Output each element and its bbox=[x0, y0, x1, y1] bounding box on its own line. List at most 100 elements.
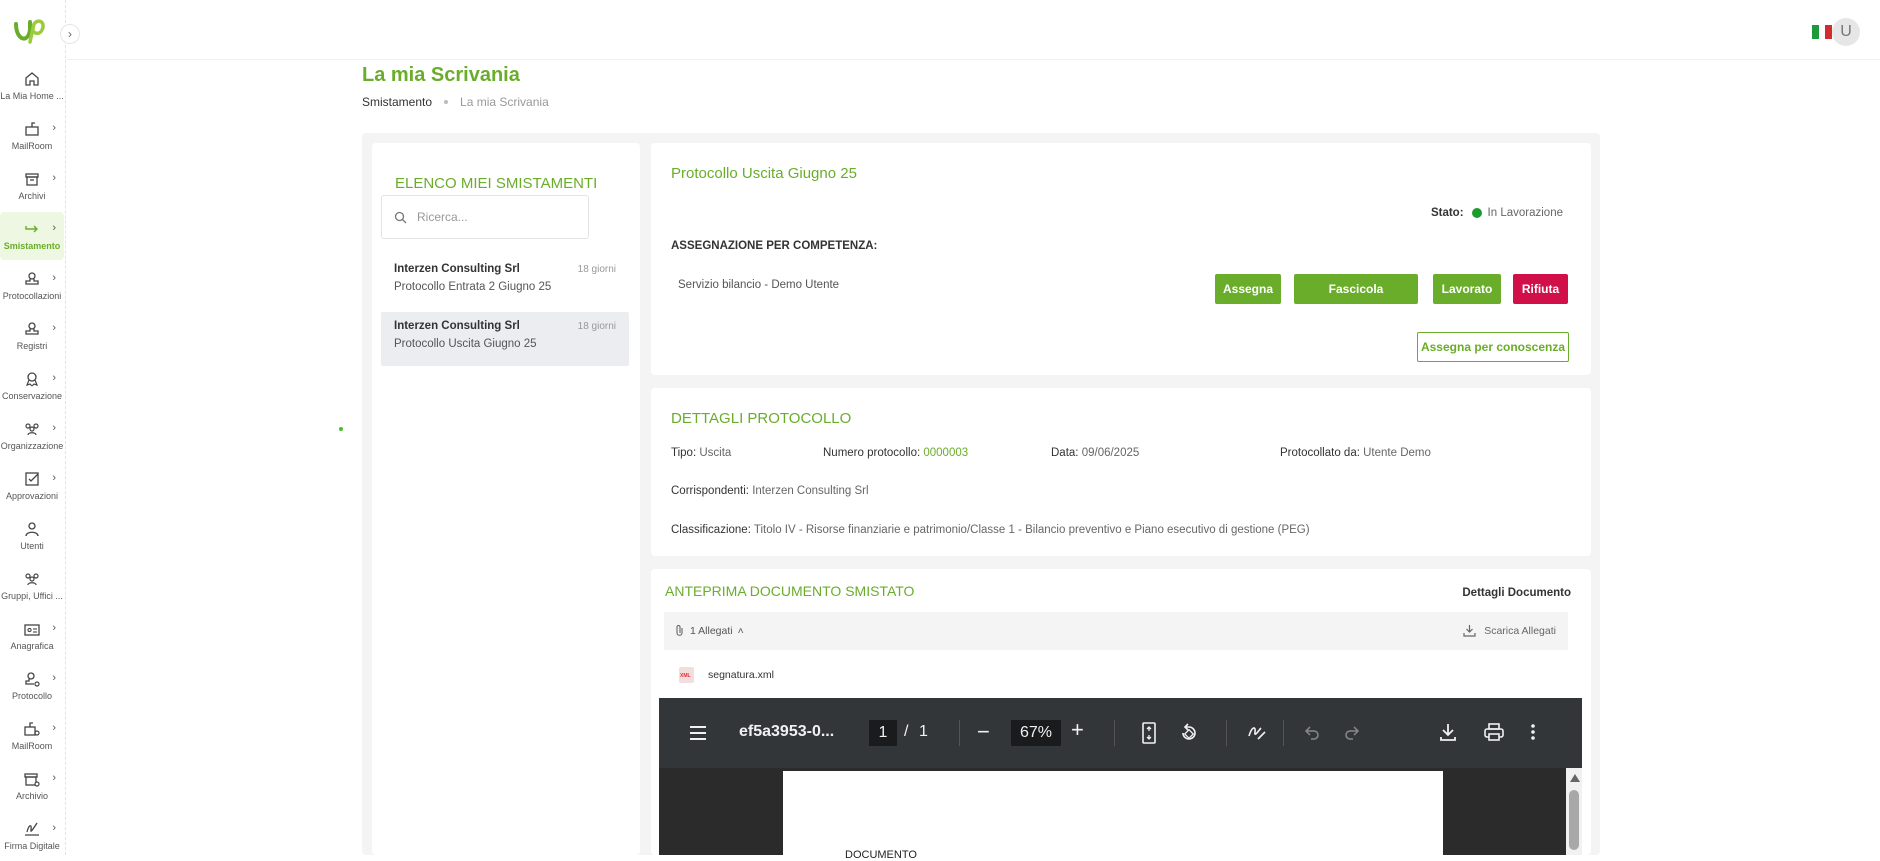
pdf-page-count: 1 bbox=[919, 723, 928, 740]
sidebar-item-gruppi[interactable]: Gruppi, Uffici ... bbox=[0, 562, 64, 610]
breadcrumb: Smistamento La mia Scrivania bbox=[362, 95, 549, 109]
sidebar: › La Mia Home ... MailRoom › Archivi › S… bbox=[0, 0, 80, 855]
sidebar-item-archivi[interactable]: Archivi › bbox=[0, 162, 64, 210]
print-icon[interactable] bbox=[1484, 723, 1504, 741]
sidebar-item-archivio[interactable]: Archivio › bbox=[0, 762, 64, 810]
badge-icon bbox=[25, 372, 39, 387]
page-title: La mia Scrivania bbox=[362, 64, 520, 86]
sidebar-item-label: Protocollo bbox=[11, 691, 53, 701]
toolbar-divider bbox=[1283, 720, 1284, 746]
download-icon[interactable] bbox=[1439, 722, 1457, 742]
sidebar-item-label: Archivio bbox=[15, 791, 48, 801]
xml-file-icon: XML bbox=[679, 667, 694, 683]
protocollato-da-label: Protocollato da: bbox=[1280, 447, 1360, 459]
assegna-conoscenza-button[interactable]: Assegna per conoscenza bbox=[1417, 332, 1569, 362]
sidebar-item-label: Organizzazione bbox=[0, 441, 64, 451]
corrispondenti-field: Corrispondenti: Interzen Consulting Srl bbox=[671, 485, 869, 497]
breadcrumb-item[interactable]: Smistamento bbox=[362, 95, 432, 109]
redo-icon[interactable] bbox=[1344, 725, 1360, 741]
fit-page-icon[interactable] bbox=[1142, 722, 1156, 744]
status-label: Stato: bbox=[1430, 207, 1464, 219]
zoom-in-icon[interactable]: + bbox=[1071, 717, 1084, 743]
chevron-right-icon: › bbox=[52, 672, 56, 684]
stamp-icon bbox=[25, 322, 39, 335]
italian-flag-icon[interactable] bbox=[1812, 25, 1833, 39]
chevron-right-icon: › bbox=[52, 722, 56, 734]
sidebar-item-protocollazioni[interactable]: Protocollazioni › bbox=[0, 262, 64, 310]
corrispondenti-label: Corrispondenti: bbox=[671, 485, 749, 497]
chevron-right-icon: › bbox=[52, 272, 56, 284]
undo-icon[interactable] bbox=[1304, 725, 1320, 741]
app-logo[interactable] bbox=[12, 18, 48, 48]
sidebar-item-firma-digitale[interactable]: Firma Digitale › bbox=[0, 812, 64, 860]
sidebar-item-smistamento[interactable]: Smistamento › bbox=[0, 212, 64, 260]
sidebar-item-conservazione[interactable]: Conservazione › bbox=[0, 362, 64, 410]
annotate-icon[interactable] bbox=[1246, 722, 1268, 744]
sidebar-item-anagrafica[interactable]: Anagrafica › bbox=[0, 612, 64, 660]
fascicola-button[interactable]: Fascicola bbox=[1294, 274, 1418, 304]
avatar[interactable]: U bbox=[1832, 18, 1860, 46]
protocollato-da-value: Utente Demo bbox=[1363, 447, 1431, 459]
classificazione-field: Classificazione: Titolo IV - Risorse fin… bbox=[671, 524, 1310, 536]
pdf-page-input[interactable]: 1 bbox=[869, 720, 897, 746]
toolbar-divider bbox=[1226, 720, 1227, 746]
sidebar-item-utenti[interactable]: Utenti bbox=[0, 512, 64, 560]
chevron-right-icon: › bbox=[52, 172, 56, 184]
assignment-card: Protocollo Uscita Giugno 25 Stato: In La… bbox=[651, 143, 1591, 375]
data-value: 09/06/2025 bbox=[1081, 447, 1140, 459]
sidebar-item-label: Approvazioni bbox=[5, 491, 59, 501]
attachments-toggle[interactable]: 1 Allegati ˄ bbox=[674, 624, 744, 637]
zoom-out-icon[interactable]: − bbox=[977, 719, 990, 745]
dettagli-documento-link[interactable]: Dettagli Documento bbox=[1462, 587, 1571, 599]
assegna-button[interactable]: Assegna bbox=[1215, 274, 1281, 304]
file-badge: XML bbox=[680, 673, 691, 679]
sidebar-item-mailroom-settings[interactable]: MailRoom › bbox=[0, 712, 64, 760]
rotate-icon[interactable] bbox=[1178, 722, 1200, 744]
menu-icon[interactable] bbox=[689, 725, 707, 741]
attachments-bar: 1 Allegati ˄ Scarica Allegati bbox=[664, 612, 1568, 650]
pdf-page-separator: / bbox=[904, 723, 909, 740]
sidebar-item-label: La Mia Home ... bbox=[0, 91, 64, 101]
lavorato-button[interactable]: Lavorato bbox=[1433, 274, 1501, 304]
more-vertical-icon[interactable] bbox=[1530, 723, 1536, 741]
list-item[interactable]: Interzen Consulting Srl Protocollo Uscit… bbox=[381, 312, 629, 366]
breadcrumb-separator bbox=[444, 100, 449, 104]
rifiuta-button[interactable]: Rifiuta bbox=[1513, 274, 1568, 304]
scrollbar-thumb[interactable] bbox=[1569, 790, 1579, 850]
assignee-name: Servizio bilancio - Demo Utente bbox=[678, 279, 840, 291]
sidebar-item-label: MailRoom bbox=[11, 741, 53, 751]
mailbox-icon bbox=[25, 122, 39, 136]
pdf-zoom-input[interactable]: 67% bbox=[1011, 720, 1061, 746]
sidebar-item-label: Archivi bbox=[18, 191, 46, 201]
scroll-up-arrow-icon[interactable] bbox=[1570, 774, 1580, 782]
numero-protocollo-link[interactable]: 0000003 bbox=[923, 447, 968, 459]
preview-title: ANTEPRIMA DOCUMENTO SMISTATO bbox=[665, 583, 915, 599]
stamp-icon bbox=[25, 272, 39, 285]
attachment-file[interactable]: XML segnatura.xml bbox=[679, 667, 774, 683]
chevron-right-icon: › bbox=[52, 622, 56, 634]
sidebar-item-label: MailRoom bbox=[11, 141, 53, 151]
sidebar-item-label: Utenti bbox=[20, 541, 44, 551]
scarica-allegati-button[interactable]: Scarica Allegati bbox=[1463, 624, 1556, 637]
sidebar-item-home[interactable]: La Mia Home ... bbox=[0, 62, 64, 110]
search-input[interactable]: Ricerca... bbox=[381, 195, 589, 239]
smistamenti-list-card: ELENCO MIEI SMISTAMENTI Ricerca... Inter… bbox=[372, 143, 640, 855]
classificazione-value: Titolo IV - Risorse finanziarie e patrim… bbox=[753, 524, 1310, 536]
list-title: ELENCO MIEI SMISTAMENTI bbox=[395, 175, 598, 192]
protocol-details-card: DETTAGLI PROTOCOLLO Tipo: Uscita Numero … bbox=[651, 388, 1591, 556]
list-item[interactable]: Interzen Consulting Srl Protocollo Entra… bbox=[381, 255, 629, 309]
data-field: Data: 09/06/2025 bbox=[1051, 447, 1139, 459]
pdf-scrollbar[interactable] bbox=[1566, 768, 1582, 855]
archive-icon bbox=[25, 173, 39, 186]
sidebar-item-registri[interactable]: Registri › bbox=[0, 312, 64, 360]
sidebar-item-approvazioni[interactable]: Approvazioni › bbox=[0, 462, 64, 510]
status-row: Stato: In Lavorazione bbox=[1431, 207, 1563, 219]
chevron-right-icon: › bbox=[52, 772, 56, 784]
chevron-right-icon: › bbox=[52, 122, 56, 134]
sidebar-item-protocollo[interactable]: Protocollo › bbox=[0, 662, 64, 710]
sidebar-item-mailroom[interactable]: MailRoom › bbox=[0, 112, 64, 160]
sidebar-item-organizzazione[interactable]: Organizzazione › bbox=[0, 412, 64, 460]
chevron-right-icon: › bbox=[52, 322, 56, 334]
numero-label: Numero protocollo: bbox=[823, 447, 921, 459]
attachment-filename: segnatura.xml bbox=[708, 669, 774, 681]
